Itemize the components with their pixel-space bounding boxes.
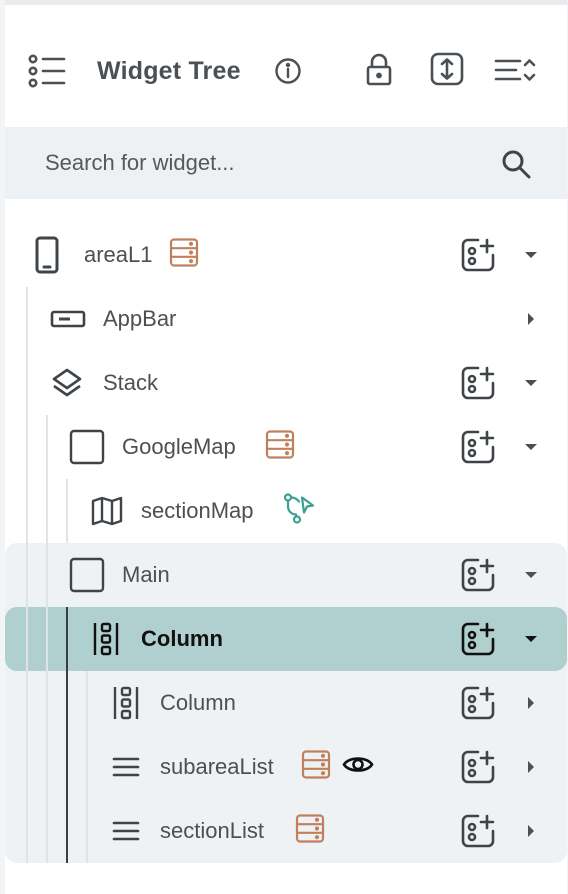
collapse-all-icon[interactable] [493, 55, 537, 85]
tree-item-label: sectionList [160, 818, 264, 843]
add-child-button[interactable] [460, 749, 496, 785]
backend-query-icon[interactable] [301, 750, 331, 785]
info-icon[interactable] [273, 56, 303, 86]
tree-item-label: Main [122, 562, 170, 587]
tree-item-column-selected[interactable]: Column [5, 607, 567, 671]
square-icon [69, 429, 105, 465]
tree-item-label: Column [160, 690, 236, 715]
tree-item-main[interactable]: Main [5, 543, 567, 607]
expand-vertical-icon[interactable] [429, 51, 465, 87]
backend-query-icon[interactable] [265, 430, 295, 465]
tree-item-areal1[interactable]: areaL1 [5, 223, 567, 287]
tree-item-appbar[interactable]: AppBar [5, 287, 567, 351]
column-icon [91, 621, 121, 657]
tree-item-column[interactable]: Column [5, 671, 567, 735]
chevron-right-icon[interactable] [521, 309, 541, 329]
square-icon [69, 557, 105, 593]
tree-item-sectionlist[interactable]: sectionList [5, 799, 567, 863]
add-child-button[interactable] [460, 429, 496, 465]
tree-list-icon[interactable] [27, 53, 67, 89]
add-child-button[interactable] [460, 557, 496, 593]
widget-tree-panel: Widget Tree Search for widget... areaL1 … [5, 0, 567, 894]
column-icon [111, 685, 141, 721]
chevron-down-icon[interactable] [521, 629, 541, 649]
list-icon [111, 819, 141, 843]
add-child-button[interactable] [460, 685, 496, 721]
visibility-icon[interactable] [342, 754, 374, 781]
chevron-down-icon[interactable] [521, 373, 541, 393]
layers-icon [51, 367, 83, 399]
tree-item-label: GoogleMap [122, 434, 236, 459]
tree-item-stack[interactable]: Stack [5, 351, 567, 415]
tree-item-googlemap[interactable]: GoogleMap [5, 415, 567, 479]
chevron-right-icon[interactable] [521, 693, 541, 713]
page-title: Widget Tree [97, 57, 241, 85]
add-child-button[interactable] [460, 813, 496, 849]
widget-tree: areaL1 AppBar Stack GoogleMap sectionMap… [5, 199, 567, 894]
tree-item-label: Stack [103, 370, 159, 395]
appbar-icon [49, 309, 87, 329]
action-flow-icon[interactable] [283, 493, 315, 530]
search-icon[interactable] [499, 147, 533, 181]
chevron-down-icon[interactable] [521, 565, 541, 585]
add-child-button[interactable] [460, 621, 496, 657]
lock-icon[interactable] [363, 52, 395, 88]
search-input[interactable] [45, 145, 485, 181]
chevron-right-icon[interactable] [521, 757, 541, 777]
tree-item-label: areaL1 [84, 242, 153, 267]
tree-item-subarealist[interactable]: subareaList [5, 735, 567, 799]
list-icon [111, 755, 141, 779]
chevron-right-icon[interactable] [521, 821, 541, 841]
backend-query-icon[interactable] [169, 238, 199, 273]
tree-item-label: AppBar [103, 306, 177, 331]
map-icon [91, 496, 123, 526]
backend-query-icon[interactable] [295, 814, 325, 849]
tree-item-label: subareaList [160, 754, 274, 779]
tree-item-label: Column [141, 626, 223, 651]
search-bar [5, 127, 567, 199]
panel-header: Widget Tree [5, 5, 567, 127]
tree-item-label: sectionMap [141, 498, 254, 523]
tree-item-sectionmap[interactable]: sectionMap [5, 479, 567, 543]
chevron-down-icon[interactable] [521, 245, 541, 265]
add-child-button[interactable] [460, 365, 496, 401]
phone-icon [33, 236, 61, 274]
add-child-button[interactable] [460, 237, 496, 273]
chevron-down-icon[interactable] [521, 437, 541, 457]
